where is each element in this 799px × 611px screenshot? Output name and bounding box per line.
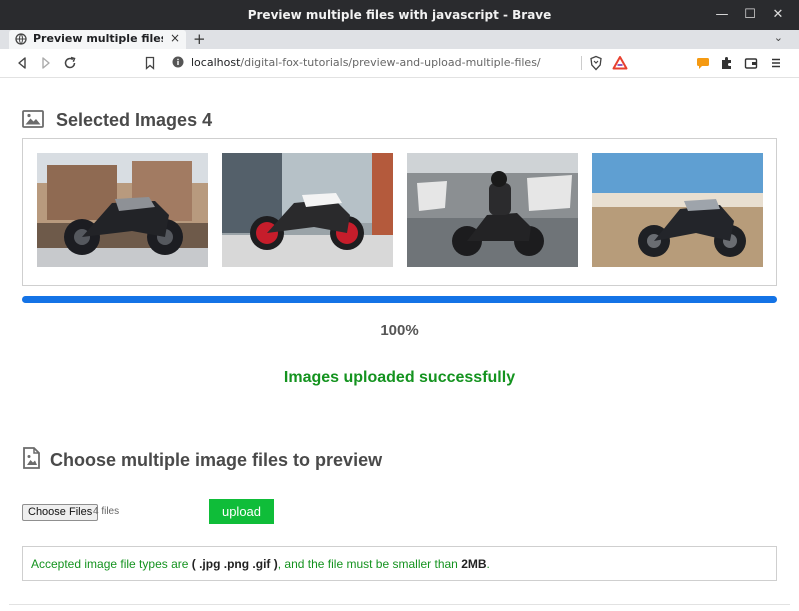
selected-images-heading: Selected Images 4 bbox=[56, 110, 213, 130]
thumbnail-1-image bbox=[37, 153, 208, 267]
choose-files-heading: Choose multiple image files to preview bbox=[50, 450, 383, 470]
address-divider bbox=[581, 56, 582, 70]
notice-middle: , and the file must be smaller than bbox=[277, 557, 462, 571]
accepted-file-types: ( .jpg .png .gif ) bbox=[191, 557, 278, 571]
selected-file-count: 4 files bbox=[93, 506, 120, 517]
notice-suffix: . bbox=[486, 557, 490, 571]
new-tab-button[interactable]: + bbox=[193, 30, 206, 48]
site-info-icon[interactable] bbox=[172, 56, 184, 68]
thumbnail-2-image bbox=[222, 153, 393, 267]
close-window-button[interactable]: ✕ bbox=[767, 4, 789, 26]
max-file-size: 2MB bbox=[461, 557, 487, 571]
tab-close-icon[interactable]: × bbox=[170, 31, 180, 45]
image-icon bbox=[22, 110, 44, 128]
file-requirements-notice: Accepted image file types are ( .jpg .pn… bbox=[22, 546, 777, 581]
image-file-icon bbox=[23, 447, 40, 469]
tab-strip: Preview multiple files with javascript ×… bbox=[0, 30, 799, 49]
tab-active[interactable]: Preview multiple files with javascript × bbox=[9, 30, 186, 49]
upload-progress-bar bbox=[22, 296, 777, 303]
maximize-button[interactable]: ☐ bbox=[739, 4, 761, 26]
thumbnail-3-image bbox=[407, 153, 578, 267]
browser-toolbar: localhost/digital-fox-tutorials/preview-… bbox=[0, 49, 799, 78]
bookmark-icon[interactable] bbox=[142, 55, 158, 71]
notice-prefix: Accepted image file types are bbox=[31, 557, 192, 571]
reload-icon[interactable] bbox=[62, 55, 78, 71]
minimize-button[interactable]: — bbox=[711, 4, 733, 26]
wallet-icon[interactable] bbox=[743, 55, 759, 71]
file-requirements-text: Accepted image file types are ( .jpg .pn… bbox=[31, 557, 490, 571]
progress-percent: 100% bbox=[380, 322, 419, 339]
choose-files-button[interactable]: Choose Files bbox=[22, 504, 99, 521]
tab-search-icon[interactable]: ⌄ bbox=[774, 31, 783, 44]
image-thumbnail-1[interactable] bbox=[37, 153, 208, 267]
window-titlebar: Preview multiple files with javascript -… bbox=[0, 0, 799, 30]
brave-rewards-icon[interactable] bbox=[612, 55, 628, 71]
upload-progress-fill bbox=[22, 296, 777, 303]
url-text: localhost/digital-fox-tutorials/preview-… bbox=[191, 56, 541, 69]
brave-shields-icon[interactable] bbox=[588, 55, 604, 71]
extensions-icon[interactable] bbox=[719, 55, 735, 71]
window-title: Preview multiple files with javascript -… bbox=[247, 8, 552, 22]
url-path: /digital-fox-tutorials/preview-and-uploa… bbox=[240, 56, 541, 69]
menu-icon[interactable] bbox=[768, 55, 784, 71]
chat-extension-icon[interactable] bbox=[695, 55, 711, 71]
upload-button[interactable]: upload bbox=[209, 499, 274, 524]
back-icon[interactable] bbox=[14, 55, 30, 71]
globe-icon bbox=[15, 33, 27, 45]
address-bar[interactable]: localhost/digital-fox-tutorials/preview-… bbox=[164, 52, 580, 74]
tab-label: Preview multiple files with javascript bbox=[33, 32, 163, 45]
upload-success-message: Images uploaded successfully bbox=[283, 369, 516, 386]
image-thumbnail-4[interactable] bbox=[592, 153, 763, 267]
image-thumbnail-2[interactable] bbox=[222, 153, 393, 267]
forward-icon[interactable] bbox=[38, 55, 54, 71]
image-gallery bbox=[22, 138, 777, 286]
image-thumbnail-3[interactable] bbox=[407, 153, 578, 267]
url-host: localhost bbox=[191, 56, 241, 69]
content-bottom-border bbox=[9, 604, 790, 605]
thumbnail-4-image bbox=[592, 153, 763, 267]
